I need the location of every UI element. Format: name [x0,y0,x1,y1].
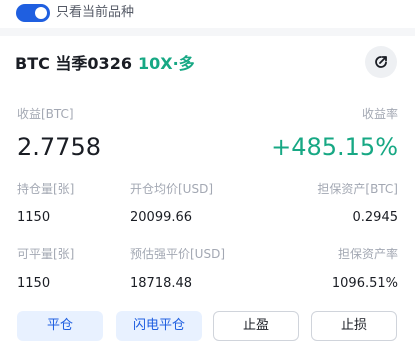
share-icon [375,56,387,68]
margin-label: 担保资产[BTC] [317,182,398,196]
pnl-label: 收益[BTC] [17,107,74,121]
current-symbol-toggle-label[interactable]: 只看当前品种 [56,4,134,22]
hold-value: 1150 [17,210,51,225]
closable-value: 1150 [17,276,51,291]
pnl-value: 2.7758 [17,133,101,161]
take-profit-button[interactable]: 止盈 [213,311,299,341]
margin-rate-value: 1096.51% [331,276,398,291]
margin-rate-label: 担保资产率 [337,247,398,261]
hold-label: 持仓量[张] [17,182,75,196]
position-leverage: 10X·多 [137,54,195,73]
flash-close-button[interactable]: 闪电平仓 [116,311,202,341]
pnl-rate-label: 收益率 [361,107,398,121]
position-symbol: BTC 当季0326 [15,54,132,73]
position-title: BTC 当季0326 10X·多 [15,54,195,74]
closable-label: 可平量[张] [17,247,75,261]
position-card: BTC 当季0326 10X·多 收益[BTC] 收益率 2.7758 +485.… [0,36,415,364]
toggle-knob [35,7,47,19]
filter-bar: 只看当前品种 [0,0,415,28]
share-button[interactable] [365,46,397,78]
close-position-button[interactable]: 平仓 [17,311,103,341]
current-symbol-toggle[interactable] [16,4,50,22]
open-avg-label: 开仓均价[USD] [130,182,214,196]
pnl-rate-value: +485.15% [271,133,398,161]
margin-value: 0.2945 [352,210,399,225]
liq-price-label: 预估强平价[USD] [130,247,226,261]
liq-price-value: 18718.48 [130,276,193,291]
open-avg-value: 20099.66 [130,210,193,225]
stop-loss-button[interactable]: 止损 [311,311,397,341]
